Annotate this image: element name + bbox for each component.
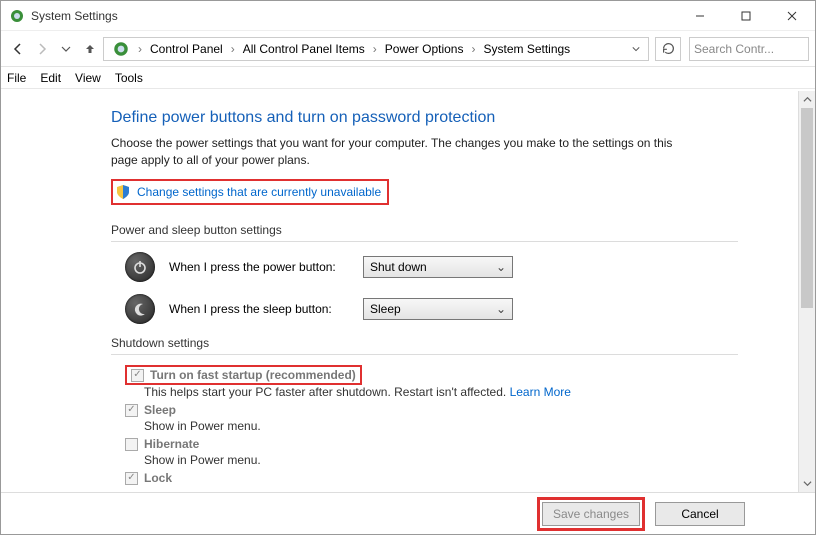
maximize-button[interactable]: [723, 1, 769, 30]
vertical-scrollbar[interactable]: [798, 91, 815, 492]
power-button-label: When I press the power button:: [169, 260, 349, 274]
hibernate-checkbox[interactable]: [125, 438, 138, 451]
sleep-option-desc: Show in Power menu.: [144, 419, 738, 433]
fast-startup-highlight: Turn on fast startup (recommended): [125, 365, 362, 385]
sleep-checkbox[interactable]: [125, 404, 138, 417]
shield-icon: [115, 184, 131, 200]
fast-startup-checkbox[interactable]: [131, 369, 144, 382]
sleep-button-label: When I press the sleep button:: [169, 302, 349, 316]
page-title: Define power buttons and turn on passwor…: [111, 109, 738, 127]
power-button-value: Shut down: [370, 260, 427, 274]
scroll-down-icon[interactable]: [799, 475, 815, 492]
address-dropdown[interactable]: [628, 42, 644, 56]
window-title: System Settings: [31, 9, 677, 23]
save-highlight: Save changes: [537, 497, 645, 531]
search-input[interactable]: Search Contr...: [689, 37, 809, 61]
app-icon: [9, 8, 25, 24]
up-button[interactable]: [79, 38, 101, 60]
chevron-right-icon: ›: [469, 42, 477, 56]
chevron-right-icon: ›: [229, 42, 237, 56]
lock-option-label: Lock: [144, 471, 172, 485]
close-button[interactable]: [769, 1, 815, 30]
scroll-thumb[interactable]: [801, 108, 813, 308]
menu-file[interactable]: File: [7, 71, 26, 85]
shutdown-section-header: Shutdown settings: [111, 336, 738, 350]
address-icon: [112, 40, 130, 58]
footer: Save changes Cancel: [1, 492, 815, 534]
back-button[interactable]: [7, 38, 29, 60]
fast-startup-label: Turn on fast startup (recommended): [150, 368, 356, 382]
sleep-icon: [125, 294, 155, 324]
lock-checkbox[interactable]: [125, 472, 138, 485]
crumb-control-panel[interactable]: Control Panel: [146, 42, 227, 56]
crumb-power-options[interactable]: Power Options: [381, 42, 468, 56]
sleep-option-label: Sleep: [144, 403, 176, 417]
save-button[interactable]: Save changes: [542, 502, 640, 526]
address-bar[interactable]: › Control Panel › All Control Panel Item…: [103, 37, 649, 61]
hibernate-option-label: Hibernate: [144, 437, 199, 451]
power-icon: [125, 252, 155, 282]
cancel-button[interactable]: Cancel: [655, 502, 745, 526]
crumb-all-items[interactable]: All Control Panel Items: [239, 42, 369, 56]
sleep-button-select[interactable]: Sleep ⌄: [363, 298, 513, 320]
menu-edit[interactable]: Edit: [40, 71, 61, 85]
learn-more-link[interactable]: Learn More: [510, 385, 571, 399]
scroll-up-icon[interactable]: [799, 91, 815, 108]
forward-button[interactable]: [31, 38, 53, 60]
divider: [111, 241, 738, 242]
chevron-right-icon: ›: [136, 42, 144, 56]
hibernate-option-desc: Show in Power menu.: [144, 453, 738, 467]
menu-view[interactable]: View: [75, 71, 101, 85]
minimize-button[interactable]: [677, 1, 723, 30]
menubar: File Edit View Tools: [1, 67, 815, 89]
refresh-button[interactable]: [655, 37, 681, 61]
sleep-button-value: Sleep: [370, 302, 401, 316]
chevron-right-icon: ›: [371, 42, 379, 56]
recent-dropdown[interactable]: [55, 38, 77, 60]
divider: [111, 354, 738, 355]
power-button-select[interactable]: Shut down ⌄: [363, 256, 513, 278]
titlebar: System Settings: [1, 1, 815, 31]
change-settings-link[interactable]: Change settings that are currently unava…: [137, 185, 381, 199]
fast-startup-desc: This helps start your PC faster after sh…: [144, 385, 738, 399]
power-section-header: Power and sleep button settings: [111, 223, 738, 237]
chevron-down-icon: ⌄: [496, 302, 506, 316]
change-settings-highlight: Change settings that are currently unava…: [111, 179, 389, 205]
chevron-down-icon: ⌄: [496, 260, 506, 274]
page-description: Choose the power settings that you want …: [111, 135, 691, 169]
search-placeholder: Search Contr...: [694, 42, 774, 56]
menu-tools[interactable]: Tools: [115, 71, 143, 85]
crumb-system-settings[interactable]: System Settings: [479, 42, 574, 56]
content-pane: Define power buttons and turn on passwor…: [1, 91, 798, 492]
navbar: › Control Panel › All Control Panel Item…: [1, 31, 815, 67]
